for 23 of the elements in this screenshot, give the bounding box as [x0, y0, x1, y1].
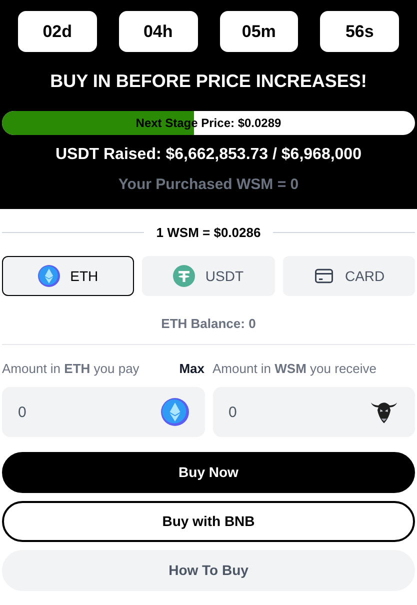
action-button[interactable]: Buy Now — [2, 452, 415, 493]
max-link[interactable]: Max — [179, 358, 204, 378]
exchange-rate: 1 WSM = $0.0286 — [156, 224, 261, 242]
countdown-unit: 02d — [18, 11, 97, 52]
ethereum-icon — [38, 265, 60, 287]
pay-label: Amount in ETH you pay — [2, 360, 140, 378]
countdown-unit: 56s — [320, 11, 399, 52]
payment-tab[interactable]: ETH — [2, 256, 134, 296]
headline: BUY IN BEFORE PRICE INCREASES! — [50, 70, 367, 93]
payment-tab[interactable]: CARD — [282, 256, 415, 296]
raised-amount: USDT Raised: $6,662,853.73 / $6,968,000 — [56, 145, 362, 165]
payment-tab[interactable]: USDT — [142, 256, 275, 296]
receive-amount-field[interactable]: 0 — [212, 387, 415, 437]
ethereum-icon — [160, 398, 188, 426]
balance-text: ETH Balance: 0 — [160, 315, 257, 333]
pay-amount-field[interactable]: 0 — [2, 387, 204, 437]
countdown-unit: 04h — [118, 11, 198, 52]
action-button[interactable]: Buy with BNB — [2, 501, 415, 542]
action-button[interactable]: How To Buy — [2, 550, 415, 591]
tether-icon — [173, 265, 196, 287]
purchased-amount: Your Purchased WSM = 0 — [118, 175, 299, 195]
receive-label: Amount in WSM you receive — [212, 360, 378, 378]
countdown-unit: 05m — [220, 11, 298, 52]
